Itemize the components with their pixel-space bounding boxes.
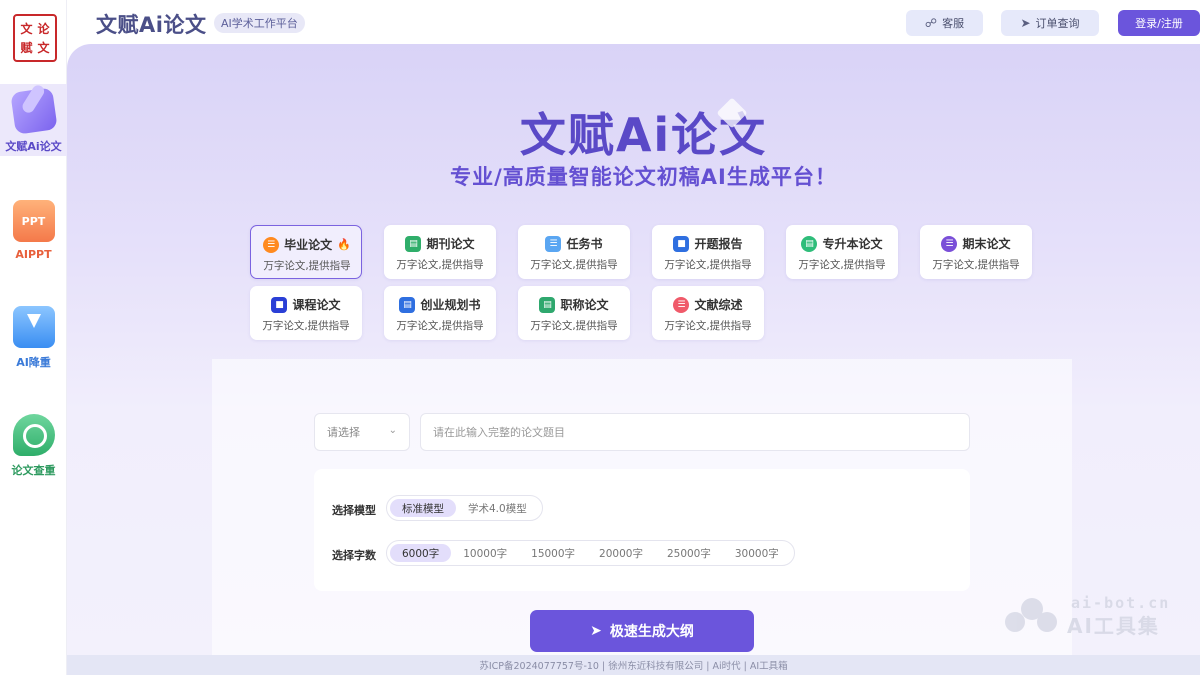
paper-type-desc: 万字论文,提供指导 <box>530 320 618 332</box>
sidebar-item-label: AIPPT <box>15 248 52 261</box>
word-count-label: 选择字数 <box>332 549 376 562</box>
paper-type-card-task[interactable]: ☰ 任务书 万字论文,提供指导 <box>518 225 630 279</box>
paper-type-card-journal[interactable]: ▤ 期刊论文 万字论文,提供指导 <box>384 225 496 279</box>
send-icon: ➤ <box>590 623 602 639</box>
word-option[interactable]: 25000字 <box>655 544 723 562</box>
paper-type-name: 毕业论文 <box>284 238 333 252</box>
upgrade-icon: ▤ <box>801 235 818 252</box>
watermark: ai-bot.cn AI工具集 <box>1005 592 1185 638</box>
platform-tag: AI学术工作平台 <box>214 13 305 33</box>
paper-type-card-professional-title[interactable]: ▤ 职称论文 万字论文,提供指导 <box>518 286 630 340</box>
paper-type-desc: 万字论文,提供指导 <box>263 260 351 272</box>
word-option[interactable]: 10000字 <box>451 544 519 562</box>
customer-service-label: 客服 <box>942 17 965 30</box>
logo-char: 文 <box>20 21 33 36</box>
paper-type-name: 职称论文 <box>560 298 609 312</box>
pen-icon <box>9 87 58 135</box>
document-icon: ☰ <box>263 236 280 253</box>
paper-type-card-course[interactable]: ■ 课程论文 万字论文,提供指导 <box>250 286 362 340</box>
paper-type-desc: 万字论文,提供指导 <box>530 259 618 271</box>
report-icon: ■ <box>673 235 690 252</box>
sidebar-item-label: 文赋Ai论文 <box>5 140 62 153</box>
word-count-selector: 6000字 10000字 15000字 20000字 25000字 30000字 <box>386 540 795 566</box>
paper-type-desc: 万字论文,提供指导 <box>396 320 484 332</box>
generation-options: 选择模型 标准模型 学术4.0模型 选择字数 6000字 10000字 1500… <box>314 469 970 591</box>
paper-type-card-proposal[interactable]: ■ 开题报告 万字论文,提供指导 <box>652 225 764 279</box>
login-register-button[interactable]: 登录/注册 <box>1118 10 1200 36</box>
paper-type-card-literature-review[interactable]: ☰ 文献综述 万字论文,提供指导 <box>652 286 764 340</box>
chevron-down-icon: ⌄ <box>388 425 397 436</box>
paper-type-desc: 万字论文,提供指导 <box>396 259 484 271</box>
watermark-logo-icon <box>1005 598 1059 632</box>
paper-type-name: 专升本论文 <box>822 237 883 251</box>
hero-title: 文赋Ai论文 <box>519 108 768 162</box>
headset-icon: ☍ <box>924 16 938 30</box>
select-placeholder: 请选择 <box>327 426 360 439</box>
logo-char: 文 <box>37 40 50 55</box>
word-option[interactable]: 6000字 <box>390 544 452 562</box>
paper-type-card-graduation[interactable]: ☰ 毕业论文 🔥 万字论文,提供指导 <box>250 225 362 279</box>
model-label: 选择模型 <box>332 504 376 517</box>
model-option-academic[interactable]: 学术4.0模型 <box>456 499 539 517</box>
paper-type-desc: 万字论文,提供指导 <box>664 259 752 271</box>
sidebar-item-ai-rewrite[interactable]: AI降重 <box>0 302 67 372</box>
main-content: 文赋Ai论文 专业/高质量智能论文初稿AI生成平台！ ☰ 毕业论文 🔥 万字论文… <box>67 44 1200 655</box>
business-plan-icon: ▤ <box>399 296 416 313</box>
sidebar-item-label: 论文查重 <box>11 464 56 477</box>
paper-type-desc: 万字论文,提供指导 <box>262 320 350 332</box>
paper-type-card-business-plan[interactable]: ▤ 创业规划书 万字论文,提供指导 <box>384 286 496 340</box>
top-header: 文赋Ai论文 AI学术工作平台 ☍ 客服 ➤ 订单查询 登录/注册 <box>67 0 1200 44</box>
final-paper-icon: ☰ <box>941 235 958 252</box>
paper-type-name: 创业规划书 <box>420 298 481 312</box>
paper-type-desc: 万字论文,提供指导 <box>798 259 886 271</box>
order-query-button[interactable]: ➤ 订单查询 <box>1001 10 1099 36</box>
app-title: 文赋Ai论文 <box>96 13 207 37</box>
sidebar: 文 论 赋 文 文赋Ai论文 PPT AIPPT AI降重 论文查重 <box>0 0 67 675</box>
customer-service-button[interactable]: ☍ 客服 <box>906 10 983 36</box>
download-icon <box>12 306 55 348</box>
certificate-icon: ▤ <box>539 296 556 313</box>
model-option-standard[interactable]: 标准模型 <box>390 499 456 517</box>
sidebar-item-label: AI降重 <box>16 356 51 369</box>
task-book-icon: ☰ <box>545 235 562 252</box>
fire-icon: 🔥 <box>337 238 351 251</box>
footer: 苏ICP备2024077757号-10 | 徐州东近科技有限公司 | Ai时代 … <box>67 655 1200 675</box>
hero-subtitle: 专业/高质量智能论文初稿AI生成平台！ <box>450 165 837 189</box>
paper-type-desc: 万字论文,提供指导 <box>932 259 1020 271</box>
generate-outline-label: 极速生成大纲 <box>609 624 694 640</box>
generate-outline-button[interactable]: ➤ 极速生成大纲 <box>530 610 754 652</box>
logo-char: 论 <box>37 21 50 36</box>
paper-type-card-upgrade[interactable]: ▤ 专升本论文 万字论文,提供指导 <box>786 225 898 279</box>
word-option[interactable]: 20000字 <box>587 544 655 562</box>
word-option[interactable]: 15000字 <box>519 544 587 562</box>
sidebar-item-aippt[interactable]: PPT AIPPT <box>0 196 67 266</box>
rocket-icon: ➤ <box>1020 16 1031 30</box>
brand-logo[interactable]: 文 论 赋 文 <box>13 14 57 62</box>
footer-text: 苏ICP备2024077757号-10 | 徐州东近科技有限公司 | Ai时代 … <box>479 661 788 672</box>
paper-topic-input[interactable] <box>420 413 970 451</box>
model-selector: 标准模型 学术4.0模型 <box>386 495 543 521</box>
paper-type-desc: 万字论文,提供指导 <box>664 320 752 332</box>
paper-type-card-final[interactable]: ☰ 期末论文 万字论文,提供指导 <box>920 225 1032 279</box>
paper-type-name: 文献综述 <box>694 298 743 312</box>
watermark-name: AI工具集 <box>1067 614 1160 638</box>
sidebar-item-plagiarism-check[interactable]: 论文查重 <box>0 410 67 480</box>
paper-type-name: 开题报告 <box>694 237 743 251</box>
paper-type-name: 课程论文 <box>292 298 341 312</box>
magnifier-icon <box>12 414 55 456</box>
order-query-label: 订单查询 <box>1035 17 1080 30</box>
course-icon: ■ <box>271 296 288 313</box>
literature-icon: ☰ <box>673 296 690 313</box>
paper-type-name: 任务书 <box>566 237 603 251</box>
word-option[interactable]: 30000字 <box>723 544 791 562</box>
journal-icon: ▤ <box>405 235 422 252</box>
paper-type-name: 期刊论文 <box>426 237 475 251</box>
sidebar-item-wenfu-paper[interactable]: 文赋Ai论文 <box>0 84 67 156</box>
logo-char: 赋 <box>20 40 33 55</box>
paper-type-select[interactable]: 请选择 ⌄ <box>314 413 410 451</box>
paper-type-name: 期末论文 <box>962 237 1011 251</box>
ppt-icon: PPT <box>12 200 55 242</box>
